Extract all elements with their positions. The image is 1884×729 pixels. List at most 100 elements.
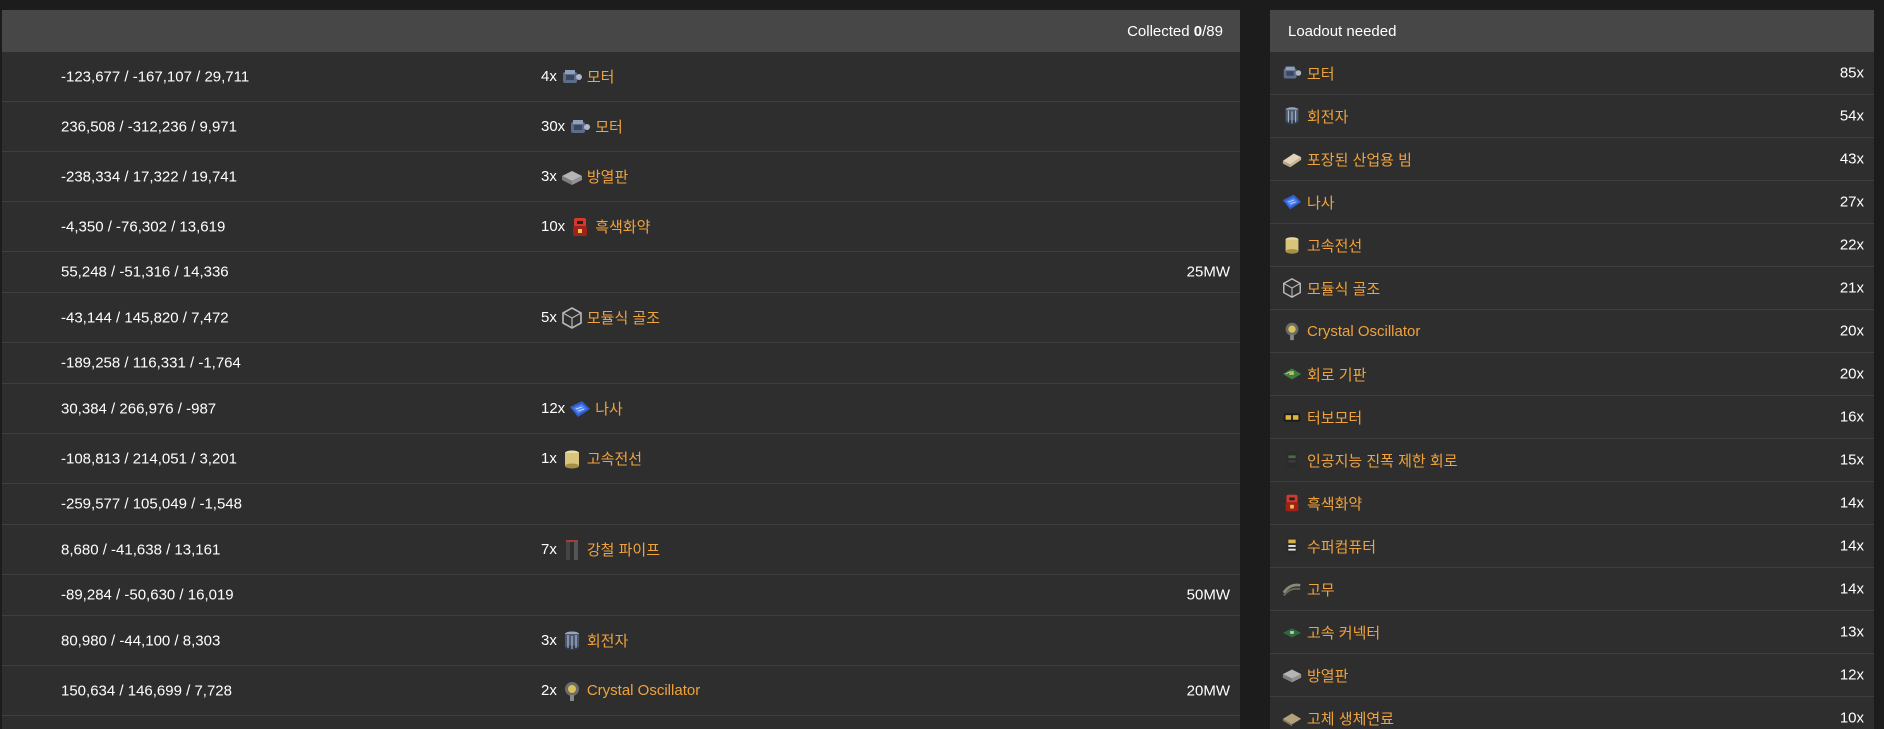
quickwire-icon (560, 447, 584, 471)
collectible-row[interactable]: -108,813 / 214,051 / 3,201 1x 고속전선 (2, 434, 1240, 484)
loadout-row[interactable]: 고속전선 22x (1270, 224, 1874, 267)
item-name-link[interactable]: 강철 파이프 (587, 539, 660, 560)
loadout-row[interactable]: 고체 생체연료 10x (1270, 697, 1874, 729)
loadout-item-name-link[interactable]: 포장된 산업용 빔 (1307, 149, 1412, 170)
collectible-row[interactable]: -259,577 / 105,049 / -1,548 (2, 484, 1240, 525)
loadout-item-name-link[interactable]: 고속 커넥터 (1307, 622, 1380, 643)
loadout-row[interactable]: 모듈식 골조 21x (1270, 267, 1874, 310)
loadout-row[interactable]: 모터 85x (1270, 52, 1874, 95)
collectible-row[interactable]: -89,284 / -50,630 / 16,019 50MW (2, 575, 1240, 616)
black-powder-icon (568, 215, 592, 239)
loadout-row[interactable]: 고무 14x (1270, 568, 1874, 611)
coordinates: 30,384 / 266,976 / -987 (61, 400, 217, 417)
loadout-item-name-link[interactable]: Crystal Oscillator (1307, 323, 1420, 340)
rotor-icon (560, 629, 584, 653)
loadout-item-count: 43x (1839, 150, 1864, 168)
collectible-row[interactable]: 30,384 / 266,976 / -987 12x 나사 (2, 384, 1240, 434)
coordinates: 55,248 / -51,316 / 14,336 (61, 263, 229, 281)
coordinates: -108,813 / 214,051 / 3,201 (61, 450, 237, 467)
item-quantity: 7x (541, 541, 557, 558)
loadout-item-name-link[interactable]: 고속전선 (1307, 235, 1362, 256)
collectible-row[interactable]: 8,680 / -41,638 / 13,161 7x 강철 파이프 (2, 525, 1240, 575)
loadout-row[interactable]: 터보모터 16x (1270, 396, 1874, 439)
collectible-row[interactable]: -123,677 / -167,107 / 29,711 4x 모터 (2, 52, 1240, 102)
loadout-item-name-link[interactable]: 터보모터 (1307, 407, 1362, 428)
item-cell: 3x 회전자 (541, 629, 628, 653)
coordinates: -189,258 / 116,331 / -1,764 (61, 354, 241, 372)
loadout-item-name-link[interactable]: 방열판 (1307, 665, 1348, 686)
loadout-row[interactable]: 회전자 54x (1270, 95, 1874, 138)
item-cell: 12x 나사 (541, 397, 623, 421)
loadout-item-name-link[interactable]: 회로 기판 (1307, 364, 1366, 385)
loadout-row[interactable]: Crystal Oscillator 20x (1270, 310, 1874, 353)
coordinates: 8,680 / -41,638 / 13,161 (61, 541, 221, 558)
coordinates: -4,350 / -76,302 / 13,619 (61, 218, 226, 235)
item-name-link[interactable]: 고속전선 (587, 448, 642, 469)
collected-count: 0 (1193, 22, 1203, 40)
collectible-row[interactable]: 55,248 / -51,316 / 14,336 25MW (2, 252, 1240, 293)
loadout-row[interactable]: 포장된 산업용 빔 43x (1270, 138, 1874, 181)
item-cell: 7x 강철 파이프 (541, 538, 660, 562)
loadout-row[interactable]: 방열판 12x (1270, 654, 1874, 697)
loadout-row[interactable]: 회로 기판 20x (1270, 353, 1874, 396)
loadout-item-name-link[interactable]: 흑색화약 (1307, 493, 1362, 514)
collectible-row[interactable]: -189,258 / 116,331 / -1,764 (2, 343, 1240, 384)
item-name-link[interactable]: 모듈식 골조 (587, 307, 660, 328)
item-name-link[interactable]: 모터 (587, 66, 615, 87)
loadout-item: 수퍼컴퓨터 (1281, 535, 1376, 557)
collectible-row[interactable] (2, 716, 1240, 729)
loadout-item-count: 54x (1839, 107, 1864, 125)
heat-sink-icon (1281, 664, 1303, 686)
black-powder-icon (1281, 492, 1303, 514)
item-quantity: 30x (541, 118, 566, 135)
ai-limiter-icon (1281, 449, 1303, 471)
loadout-item-count: 13x (1839, 623, 1864, 641)
loadout-row[interactable]: 흑색화약 14x (1270, 482, 1874, 525)
loadout-item-name-link[interactable]: 고무 (1307, 579, 1335, 600)
loadout-item: Crystal Oscillator (1281, 320, 1420, 342)
item-name-link[interactable]: 방열판 (587, 166, 628, 187)
loadout-item-name-link[interactable]: 모듈식 골조 (1307, 278, 1380, 299)
collectible-row[interactable]: 80,980 / -44,100 / 8,303 3x 회전자 (2, 616, 1240, 666)
loadout-item-name-link[interactable]: 나사 (1307, 192, 1335, 213)
loadout-item-name-link[interactable]: 수퍼컴퓨터 (1307, 536, 1376, 557)
quickwire-icon (1281, 234, 1303, 256)
item-name-link[interactable]: 회전자 (587, 630, 628, 651)
loadout-item-count: 14x (1839, 580, 1864, 598)
loadout-row[interactable]: 나사 27x (1270, 181, 1874, 224)
item-name-link[interactable]: Crystal Oscillator (587, 682, 700, 699)
collectible-row[interactable]: -43,144 / 145,820 / 7,472 5x 모듈식 골조 (2, 293, 1240, 343)
item-name-link[interactable]: 모터 (595, 116, 623, 137)
collectible-row[interactable]: -238,334 / 17,322 / 19,741 3x 방열판 (2, 152, 1240, 202)
collected-total: /89 (1202, 22, 1223, 40)
modular-frame-icon (1281, 277, 1303, 299)
item-quantity: 3x (541, 632, 557, 649)
item-quantity: 10x (541, 218, 566, 235)
collected-header: Collected 0/89 (2, 10, 1240, 52)
collectible-row[interactable]: -4,350 / -76,302 / 13,619 10x 흑색화약 (2, 202, 1240, 252)
collectible-row[interactable]: 150,634 / 146,699 / 7,728 2x Crystal Oscil… (2, 666, 1240, 716)
loadout-item: 포장된 산업용 빔 (1281, 148, 1412, 170)
coordinates: -238,334 / 17,322 / 19,741 (61, 168, 237, 185)
loadout-item-name-link[interactable]: 인공지능 진폭 제한 회로 (1307, 450, 1458, 471)
coordinates: -259,577 / 105,049 / -1,548 (61, 495, 242, 513)
circuit-board-icon (1281, 363, 1303, 385)
loadout-item-name-link[interactable]: 회전자 (1307, 106, 1348, 127)
loadout-item: 터보모터 (1281, 406, 1362, 428)
item-cell: 2x Crystal Oscillator (541, 679, 700, 703)
collectible-row[interactable]: 236,508 / -312,236 / 9,971 30x 모터 (2, 102, 1240, 152)
loadout-item: 고체 생체연료 (1281, 707, 1394, 729)
loadout-row[interactable]: 인공지능 진폭 제한 회로 15x (1270, 439, 1874, 482)
coordinates: -89,284 / -50,630 / 16,019 (61, 586, 234, 604)
loadout-item-count: 20x (1839, 365, 1864, 383)
collectibles-panel: Collected 0/89 -123,677 / -167,107 / 29,… (2, 10, 1240, 729)
loadout-item: 고무 (1281, 578, 1335, 600)
loadout-item-count: 21x (1839, 279, 1864, 297)
loadout-row[interactable]: 수퍼컴퓨터 14x (1270, 525, 1874, 568)
loadout-item-name-link[interactable]: 모터 (1307, 63, 1335, 84)
item-name-link[interactable]: 나사 (595, 398, 623, 419)
item-name-link[interactable]: 흑색화약 (595, 216, 650, 237)
loadout-row[interactable]: 고속 커넥터 13x (1270, 611, 1874, 654)
heat-sink-icon (560, 165, 584, 189)
loadout-item-name-link[interactable]: 고체 생체연료 (1307, 708, 1394, 729)
